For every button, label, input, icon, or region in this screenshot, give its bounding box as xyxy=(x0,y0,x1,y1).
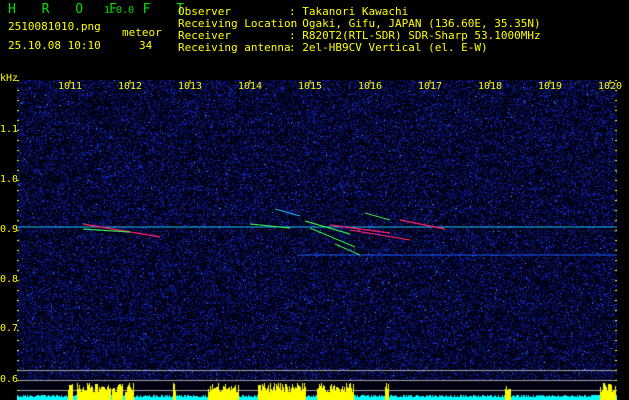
app-logo: H R O F F T xyxy=(8,2,194,17)
x-tick-label: 1018 xyxy=(478,81,503,92)
spectrogram-plot xyxy=(17,80,617,400)
x-tick-label: 1013 xyxy=(178,81,203,92)
x-tick-label: 1020 xyxy=(598,81,623,92)
file-name: 2510081010.png xyxy=(8,20,101,33)
y-unit-label: kHz xyxy=(0,73,19,84)
y-tick-label: 0.6 xyxy=(0,374,19,385)
datetime: 25.10.08 10:10 xyxy=(8,39,101,52)
info-value-antenna: : 2el-HB9CV Vertical (el. E-W) xyxy=(289,41,488,54)
meteor-trace xyxy=(274,208,301,217)
meteor-trace xyxy=(334,243,361,256)
x-tick-label: 1015 xyxy=(298,81,323,92)
meteor-trace xyxy=(399,219,446,230)
meteor-trace xyxy=(364,212,391,221)
y-tick-label: 1.0 xyxy=(0,174,19,185)
y-tick-label: 0.9 xyxy=(0,224,19,235)
x-tick-label: 1019 xyxy=(538,81,563,92)
app-version: 1.0.0 xyxy=(104,5,135,16)
x-tick-label: 1011 xyxy=(58,81,83,92)
x-tick-label: 1017 xyxy=(418,81,443,92)
x-tick-label: 1016 xyxy=(358,81,383,92)
x-tick-label: 1012 xyxy=(118,81,143,92)
meteor-traces xyxy=(17,80,617,256)
info-label-antenna: Receiving antenna xyxy=(178,41,291,54)
meteor-count: 34 xyxy=(139,39,153,52)
meteor-trace xyxy=(82,223,161,238)
meteor-trace xyxy=(309,227,356,248)
meteor-label: meteor xyxy=(122,26,162,39)
y-tick-label: 1.1 xyxy=(0,124,19,135)
y-tick-label: 0.7 xyxy=(0,323,19,334)
y-tick-label: 0.8 xyxy=(0,274,19,285)
x-tick-label: 1014 xyxy=(238,81,263,92)
